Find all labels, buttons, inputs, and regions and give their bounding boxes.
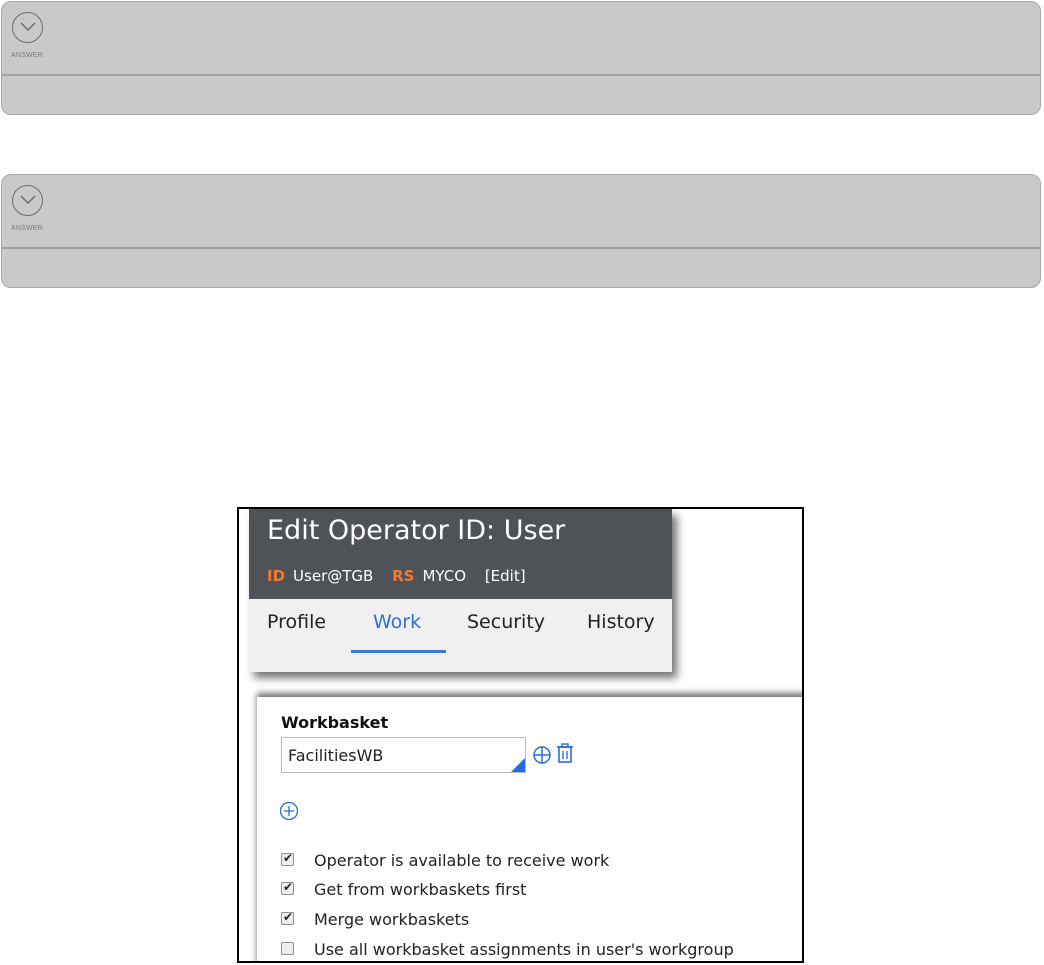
answer-panel-2: ANSWER [1,174,1041,288]
tab-bar: Profile Work Security History [249,599,672,659]
tab-profile[interactable]: Profile [267,611,326,633]
use-all-assignments-checkbox[interactable] [281,942,294,955]
trash-icon[interactable] [556,743,574,769]
workbasket-input[interactable]: FacilitiesWB [281,737,526,773]
checkbox-label: Use all workbasket assignments in user's… [314,940,734,959]
checkbox-label: Merge workbaskets [314,910,470,929]
merge-workbaskets-checkbox[interactable]: ✔ [281,910,294,925]
tab-history[interactable]: History [587,611,655,633]
work-panel: Workbasket FacilitiesWB ✔ Operator is av… [257,697,802,961]
operator-header: Edit Operator ID: User ID User@TGB RS MYCO… [249,509,672,599]
operator-meta: ID User@TGB RS MYCO [Edit] [267,567,526,585]
checkbox-label: Get from workbaskets first [314,880,527,899]
rs-value: MYCO [422,567,467,585]
workbasket-label: Workbasket [281,713,389,732]
edit-link[interactable]: [Edit] [485,567,526,585]
answer-label: ANSWER [11,52,43,59]
answer-label: ANSWER [11,225,43,232]
screenshot-frame: Edit Operator ID: User ID User@TGB RS MYCO… [237,507,804,963]
rs-key: RS [392,567,415,585]
workbaskets-first-checkbox[interactable]: ✔ [281,880,294,895]
checkbox-label: Operator is available to receive work [314,851,610,870]
crosshair-icon[interactable] [532,745,552,769]
chevron-down-icon [12,185,43,216]
checkmark-icon: ✔ [283,851,294,865]
tab-security[interactable]: Security [467,611,545,633]
answer-toggle-button[interactable]: ANSWER [11,12,44,64]
answer-panel-header: ANSWER [2,2,1040,74]
id-key: ID [267,567,286,585]
id-value: User@TGB [293,567,374,585]
workbasket-value: FacilitiesWB [288,746,384,765]
answer-panel-header: ANSWER [2,175,1040,247]
autocomplete-indicator-icon [511,758,525,772]
available-checkbox[interactable]: ✔ [281,851,294,866]
checkmark-icon: ✔ [283,880,294,894]
page-title: Edit Operator ID: User [267,515,566,546]
answer-panel-1: ANSWER [1,1,1041,115]
answer-divider [2,74,1040,76]
tab-work[interactable]: Work [373,611,421,633]
add-workbasket-icon[interactable] [279,801,299,825]
answer-divider [2,247,1040,249]
answer-toggle-button[interactable]: ANSWER [11,185,44,237]
chevron-down-icon [12,12,43,43]
checkmark-icon: ✔ [283,910,294,924]
operator-header-card: Edit Operator ID: User ID User@TGB RS MYCO… [249,509,672,672]
active-tab-indicator [351,650,446,653]
